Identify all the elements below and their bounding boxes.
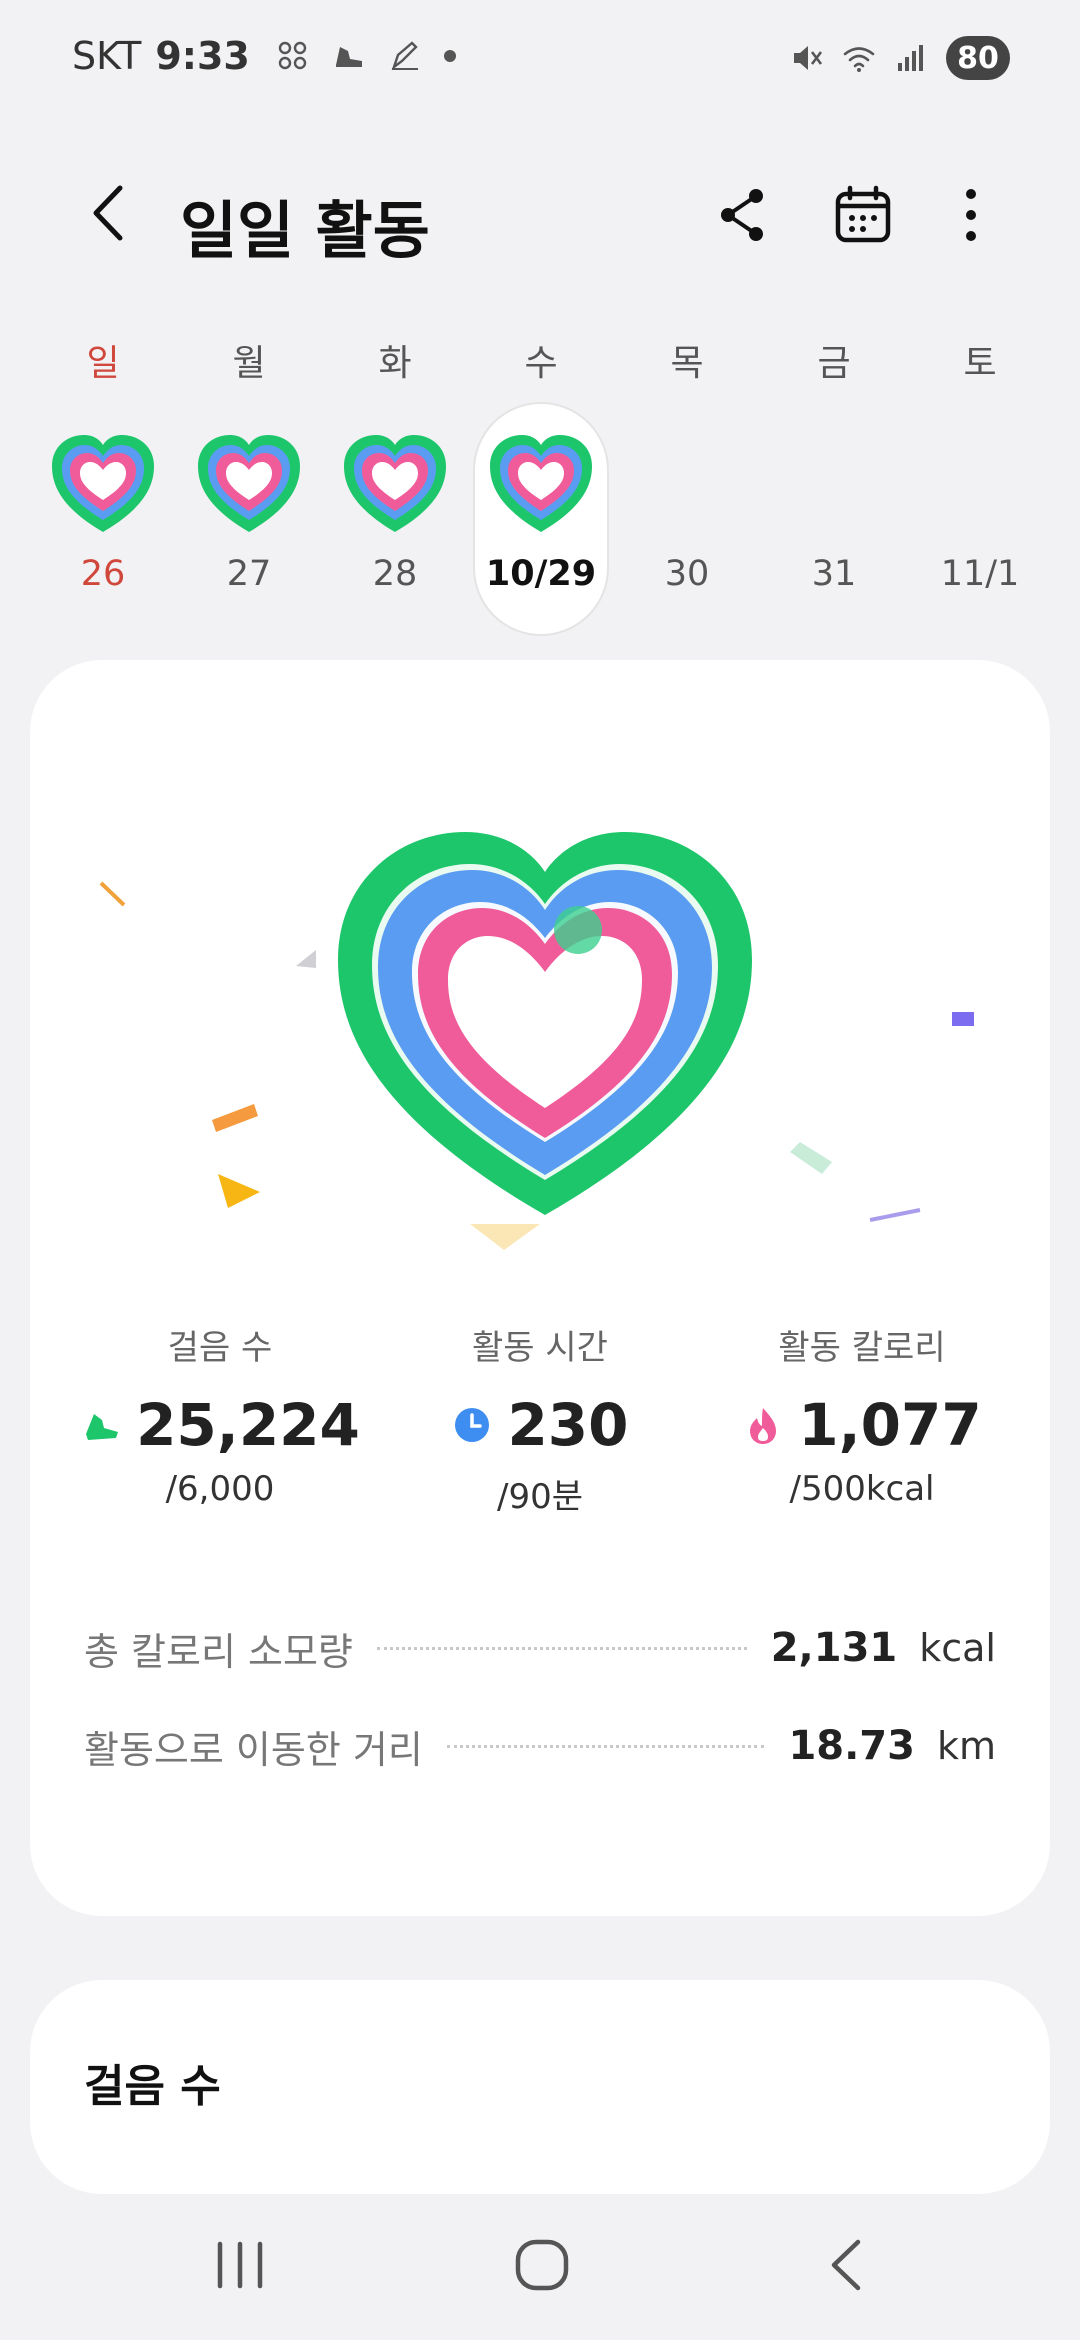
total-calories-unit: kcal <box>919 1626 996 1670</box>
notification-icons <box>276 39 456 73</box>
active-calories-value-row: 1,077 <box>702 1391 1022 1459</box>
active-time-value-row: 230 <box>380 1391 700 1459</box>
activity-stats: 걸음 수 25,224 /6,000 활동 시간 230 /90분 활동 칼로리… <box>30 1320 1050 1520</box>
active-calories-value: 1,077 <box>798 1391 982 1459</box>
active-time-label: 활동 시간 <box>472 1328 608 1368</box>
daily-activity-card: 걸음 수 25,224 /6,000 활동 시간 230 /90분 활동 칼로리… <box>30 660 1050 1916</box>
app-grid-icon <box>278 41 307 70</box>
chevron-left-icon[interactable] <box>78 178 138 248</box>
app-header: 일일 활동 <box>0 160 1080 270</box>
steps-goal: /6,000 <box>165 1469 275 1509</box>
stat-active-calories[interactable]: 활동 칼로리 1,077 /500kcal <box>702 1320 1022 1509</box>
clock-time: 9:33 <box>155 34 250 78</box>
status-right: 80 <box>790 36 1010 80</box>
active-calories-label: 활동 칼로리 <box>778 1328 946 1368</box>
daily-ring-heart-icon <box>52 435 154 532</box>
steps-card-title: 걸음 수 <box>84 2061 221 2112</box>
day-name: 화 <box>378 343 412 384</box>
day-1[interactable]: 월 27 <box>179 320 319 640</box>
total-calories-value: 2,131 <box>770 1625 898 1671</box>
more-notifications-dot <box>443 50 456 62</box>
active-time-value: 230 <box>507 1391 629 1459</box>
day-date: 10/29 <box>485 554 597 594</box>
daily-ring-heart-icon <box>198 435 300 532</box>
confetti-decoration <box>212 1104 258 1132</box>
stat-steps[interactable]: 걸음 수 25,224 /6,000 <box>60 1320 380 1509</box>
system-navigation-bar <box>0 2210 1080 2320</box>
day-name: 월 <box>232 343 266 384</box>
day-4[interactable]: 목 30 <box>617 320 757 640</box>
home-icon[interactable] <box>502 2230 582 2300</box>
clock-icon <box>455 1408 490 1442</box>
daily-ring-heart-icon <box>490 435 592 532</box>
day-6[interactable]: 토 11/1 <box>910 320 1050 640</box>
confetti-decoration <box>790 1142 832 1174</box>
dotted-leader <box>446 1744 765 1748</box>
mute-icon <box>794 46 823 70</box>
steps-label: 걸음 수 <box>167 1328 273 1368</box>
calendar-icon[interactable] <box>830 182 896 248</box>
day-date: 31 <box>811 554 857 594</box>
active-calories-goal: /500kcal <box>789 1469 935 1509</box>
activity-heart-rings <box>338 832 752 1215</box>
signal-icon <box>898 45 923 71</box>
wifi-icon <box>843 47 875 72</box>
steps-card[interactable]: 걸음 수 <box>30 1980 1050 2194</box>
status-left: SKT 9:33 <box>72 34 456 78</box>
steps-value: 25,224 <box>136 1391 360 1459</box>
steps-value-row: 25,224 <box>60 1391 380 1459</box>
confetti-decoration <box>296 950 316 968</box>
share-icon[interactable] <box>710 182 776 248</box>
distance-unit: km <box>936 1724 996 1768</box>
distance-value: 18.73 <box>788 1723 915 1769</box>
pen-notification-icon <box>391 41 418 71</box>
day-3[interactable]: 수 10/29 <box>471 320 611 640</box>
confetti-decoration <box>952 1012 974 1026</box>
battery-indicator: 80 <box>946 36 1010 80</box>
week-selector: 일 26 월 27 화 28 수 10/29 목 30 금 31 토 11/1 <box>0 320 1080 640</box>
recent-apps-icon[interactable] <box>200 2230 280 2300</box>
day-date: 11/1 <box>940 554 1020 594</box>
confetti-decoration <box>869 1208 921 1222</box>
shoe-notification-icon <box>335 47 362 67</box>
day-date: 28 <box>372 554 418 594</box>
day-date: 30 <box>664 554 710 594</box>
day-5[interactable]: 금 31 <box>764 320 904 640</box>
status-bar: SKT 9:33 80 <box>0 0 1080 120</box>
more-vertical-icon[interactable] <box>938 182 1004 248</box>
page-title: 일일 활동 <box>180 194 430 267</box>
day-name: 목 <box>670 343 704 384</box>
day-date: 26 <box>80 554 126 594</box>
day-name: 수 <box>524 343 558 384</box>
flame-icon <box>750 1408 777 1444</box>
day-2[interactable]: 화 28 <box>325 320 465 640</box>
shoe-icon <box>86 1414 119 1440</box>
confetti-decoration <box>218 1174 260 1208</box>
dotted-leader <box>376 1646 747 1650</box>
total-calories-row: 총 칼로리 소모량 2,131 kcal <box>84 1618 996 1678</box>
day-name: 일 <box>86 343 120 384</box>
day-0[interactable]: 일 26 <box>33 320 173 640</box>
day-name: 금 <box>817 343 851 384</box>
total-calories-label: 총 칼로리 소모량 <box>84 1629 353 1674</box>
stat-active-time[interactable]: 활동 시간 230 /90분 <box>380 1320 700 1518</box>
carrier-label: SKT <box>72 34 142 78</box>
distance-label: 활동으로 이동한 거리 <box>84 1727 423 1772</box>
confetti-decoration <box>99 881 126 907</box>
day-name: 토 <box>963 343 997 384</box>
day-date: 27 <box>226 554 272 594</box>
active-time-goal: /90분 <box>497 1477 583 1517</box>
distance-row: 활동으로 이동한 거리 18.73 km <box>84 1716 996 1776</box>
daily-ring-heart-icon <box>344 435 446 532</box>
back-nav-icon[interactable] <box>806 2230 886 2300</box>
